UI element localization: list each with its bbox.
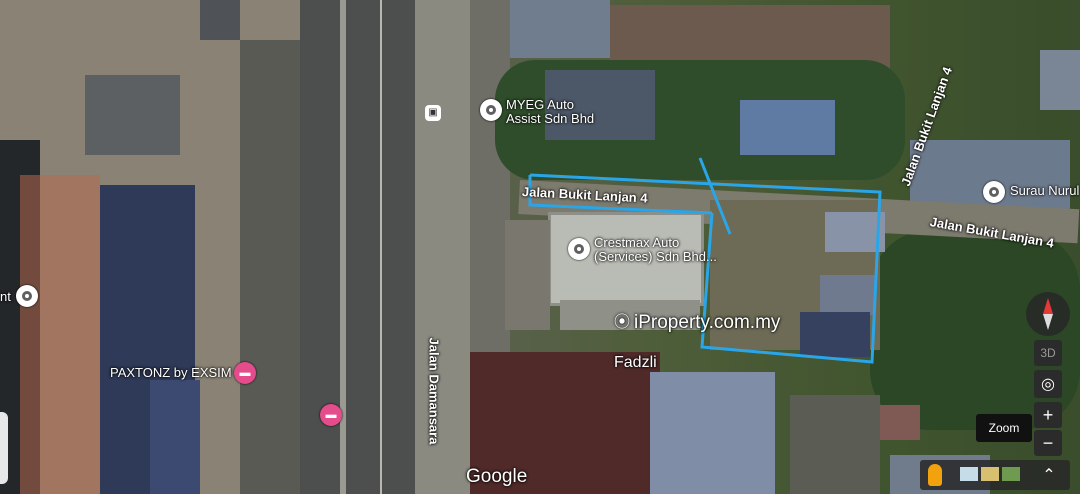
zoom-out-button[interactable]: − <box>1034 430 1062 456</box>
compass-button[interactable] <box>1026 292 1070 336</box>
pin-icon <box>22 291 32 301</box>
bus-stop-icon[interactable]: ▣ <box>425 105 441 121</box>
bed-icon: ▬ <box>325 409 337 421</box>
layer-thumb-icon[interactable] <box>960 467 978 481</box>
owner-label: Fadzli <box>614 354 657 371</box>
layer-thumb-icon[interactable] <box>1002 467 1020 481</box>
location-icon: ◎ <box>1041 376 1055 393</box>
expand-button[interactable]: ⌃ <box>1036 462 1062 488</box>
place-label-myeg[interactable]: MYEG Auto Assist Sdn Bhd <box>506 98 594 126</box>
mosque-icon <box>989 187 999 197</box>
pin-icon <box>574 244 584 254</box>
three-d-button[interactable]: 3D <box>1034 340 1062 366</box>
place-label-surau[interactable]: Surau Nurul <box>1010 184 1079 198</box>
zoom-tooltip: Zoom <box>976 414 1032 442</box>
side-panel-edge[interactable] <box>0 412 8 484</box>
zoom-in-button[interactable]: + <box>1034 402 1062 428</box>
watermark-text: iProperty.com.my <box>634 312 781 333</box>
place-pin[interactable] <box>983 181 1005 203</box>
place-label-paxtonz[interactable]: PAXTONZ by EXSIM <box>110 366 232 380</box>
watermark: ⦿ iProperty.com.my <box>614 312 780 334</box>
road-label-damansara: Jalan Damansara <box>426 337 442 445</box>
place-pin[interactable] <box>16 285 38 307</box>
pin-icon <box>486 105 496 115</box>
hotel-pin[interactable]: ▬ <box>320 404 342 426</box>
property-boundary <box>528 157 882 364</box>
place-pin[interactable] <box>568 238 590 260</box>
boundary-line <box>698 157 732 235</box>
my-location-button[interactable]: ◎ <box>1034 370 1062 398</box>
bed-icon: ▬ <box>239 367 251 379</box>
layer-thumb-icon[interactable] <box>981 467 999 481</box>
place-label-partial[interactable]: nt <box>0 290 11 304</box>
pegman-icon[interactable] <box>928 464 942 486</box>
compass-icon <box>1043 298 1053 330</box>
pin-icon: ⦿ <box>614 314 631 331</box>
place-label-crestmax[interactable]: Crestmax Auto (Services) Sdn Bhd... <box>594 236 717 264</box>
google-logo: Google <box>466 466 528 487</box>
hotel-pin[interactable]: ▬ <box>234 362 256 384</box>
satellite-map[interactable]: Jalan Bukit Lanjan 4 Jalan Bukit Lanjan … <box>0 0 1080 494</box>
place-pin[interactable] <box>480 99 502 121</box>
